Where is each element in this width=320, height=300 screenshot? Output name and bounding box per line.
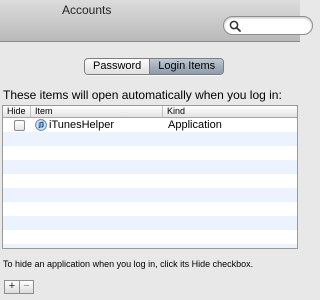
table-row[interactable]: iTunesHelper Application xyxy=(3,118,297,132)
column-header-item[interactable]: Item xyxy=(31,106,163,117)
empty-row xyxy=(3,230,297,244)
itunes-icon xyxy=(35,119,47,131)
item-kind: Application xyxy=(168,119,222,131)
item-cell: iTunesHelper xyxy=(31,119,163,131)
empty-row xyxy=(3,202,297,216)
empty-row xyxy=(3,244,297,248)
search-input[interactable] xyxy=(242,18,302,33)
empty-row xyxy=(3,174,297,188)
add-remove-buttons: + − xyxy=(4,280,34,294)
empty-row xyxy=(3,216,297,230)
remove-item-button[interactable]: − xyxy=(19,281,33,293)
window-title: Accounts xyxy=(62,3,112,17)
column-header-hide[interactable]: Hide xyxy=(3,106,31,117)
search-field[interactable] xyxy=(223,16,313,35)
item-name: iTunesHelper xyxy=(49,119,115,131)
empty-row xyxy=(3,146,297,160)
hide-cell xyxy=(3,118,31,132)
hide-hint-text: To hide an application when you log in, … xyxy=(3,259,254,269)
login-items-table: Hide Item Kind iTunesHelper Application xyxy=(2,105,298,249)
column-header-kind[interactable]: Kind xyxy=(163,106,297,117)
add-item-button[interactable]: + xyxy=(5,281,19,293)
search-icon xyxy=(229,20,241,32)
table-header: Hide Item Kind xyxy=(3,106,297,118)
tab-login-items[interactable]: Login Items xyxy=(149,59,224,74)
table-body: iTunesHelper Application xyxy=(3,118,297,248)
empty-row xyxy=(3,188,297,202)
window-toolbar: Accounts xyxy=(0,0,313,42)
login-items-description: These items will open automatically when… xyxy=(3,88,282,102)
empty-row xyxy=(3,160,297,174)
tab-bar: Password Login Items xyxy=(84,58,225,75)
tab-password[interactable]: Password xyxy=(85,59,150,74)
hide-checkbox[interactable] xyxy=(14,120,25,131)
empty-row xyxy=(3,132,297,146)
